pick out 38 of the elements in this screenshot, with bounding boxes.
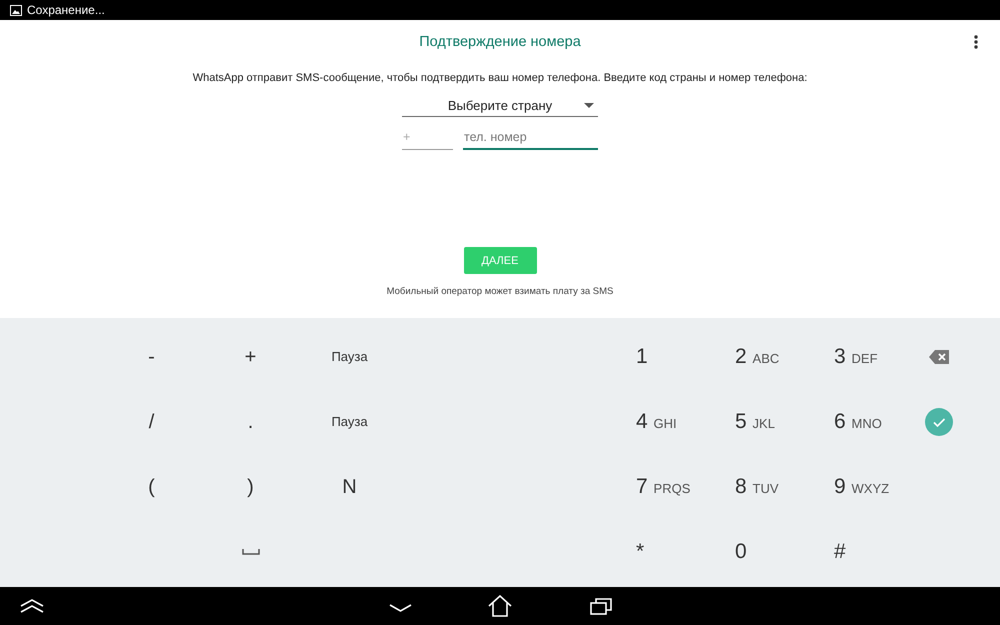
sms-charge-note: Мобильный оператор может взимать плату за SMS: [386, 285, 614, 299]
keypad-key[interactable]: 1: [630, 340, 654, 372]
keypad-key[interactable]: /: [142, 406, 160, 436]
backspace-icon: [928, 350, 948, 364]
keypad-key[interactable]: 8 TUV: [729, 470, 785, 502]
keypad-key[interactable]: #: [828, 536, 852, 568]
chevron-down-icon[interactable]: [389, 604, 412, 612]
keypad-key[interactable]: (: [142, 472, 161, 502]
country-code-field[interactable]: +: [402, 128, 453, 150]
overlapping-squares-icon[interactable]: [590, 598, 612, 614]
keypad-key[interactable]: Пауза: [325, 346, 374, 368]
keypad-key[interactable]: N: [336, 472, 363, 502]
keypad-key[interactable]: 2 ABC: [729, 340, 786, 372]
home-icon[interactable]: [488, 595, 512, 617]
keypad-key[interactable]: Пауза: [325, 410, 374, 432]
space-bar-icon: [242, 548, 260, 554]
keypad-key[interactable]: *: [630, 536, 650, 568]
keypad-key[interactable]: 4 GHI: [630, 406, 683, 438]
keypad-key[interactable]: 6 MNO: [828, 406, 888, 438]
phone-number-field[interactable]: тел. номер: [463, 128, 598, 150]
keypad-key[interactable]: 5 JKL: [729, 406, 781, 438]
check-circle-icon: [924, 408, 952, 436]
keypad-key[interactable]: 3 DEF: [828, 340, 884, 372]
keypad-key[interactable]: +: [238, 342, 262, 372]
keypad-key[interactable]: -: [142, 342, 161, 372]
instruction-text: WhatsApp отправит SMS-сообщение, чтобы подтвердить ваш номер телефона. Введите код страны и номер телефона:: [192, 71, 808, 86]
double-chevron-up-icon[interactable]: [20, 599, 44, 613]
country-dropdown[interactable]: Выберите страну: [402, 95, 598, 117]
more-menu-icon[interactable]: [974, 35, 978, 49]
caret-icon: [584, 103, 594, 108]
keypad-key[interactable]: ): [241, 472, 260, 502]
keypad-key[interactable]: 7 PRQS: [630, 470, 696, 502]
screen-title: Подтверждение номера: [419, 34, 581, 50]
picture-icon: [10, 4, 22, 16]
keypad-key[interactable]: 0: [729, 536, 753, 568]
keypad-key[interactable]: .: [242, 406, 260, 436]
notification-text: Сохранение...: [27, 3, 105, 17]
keypad-key[interactable]: 9 WXYZ: [828, 470, 896, 502]
